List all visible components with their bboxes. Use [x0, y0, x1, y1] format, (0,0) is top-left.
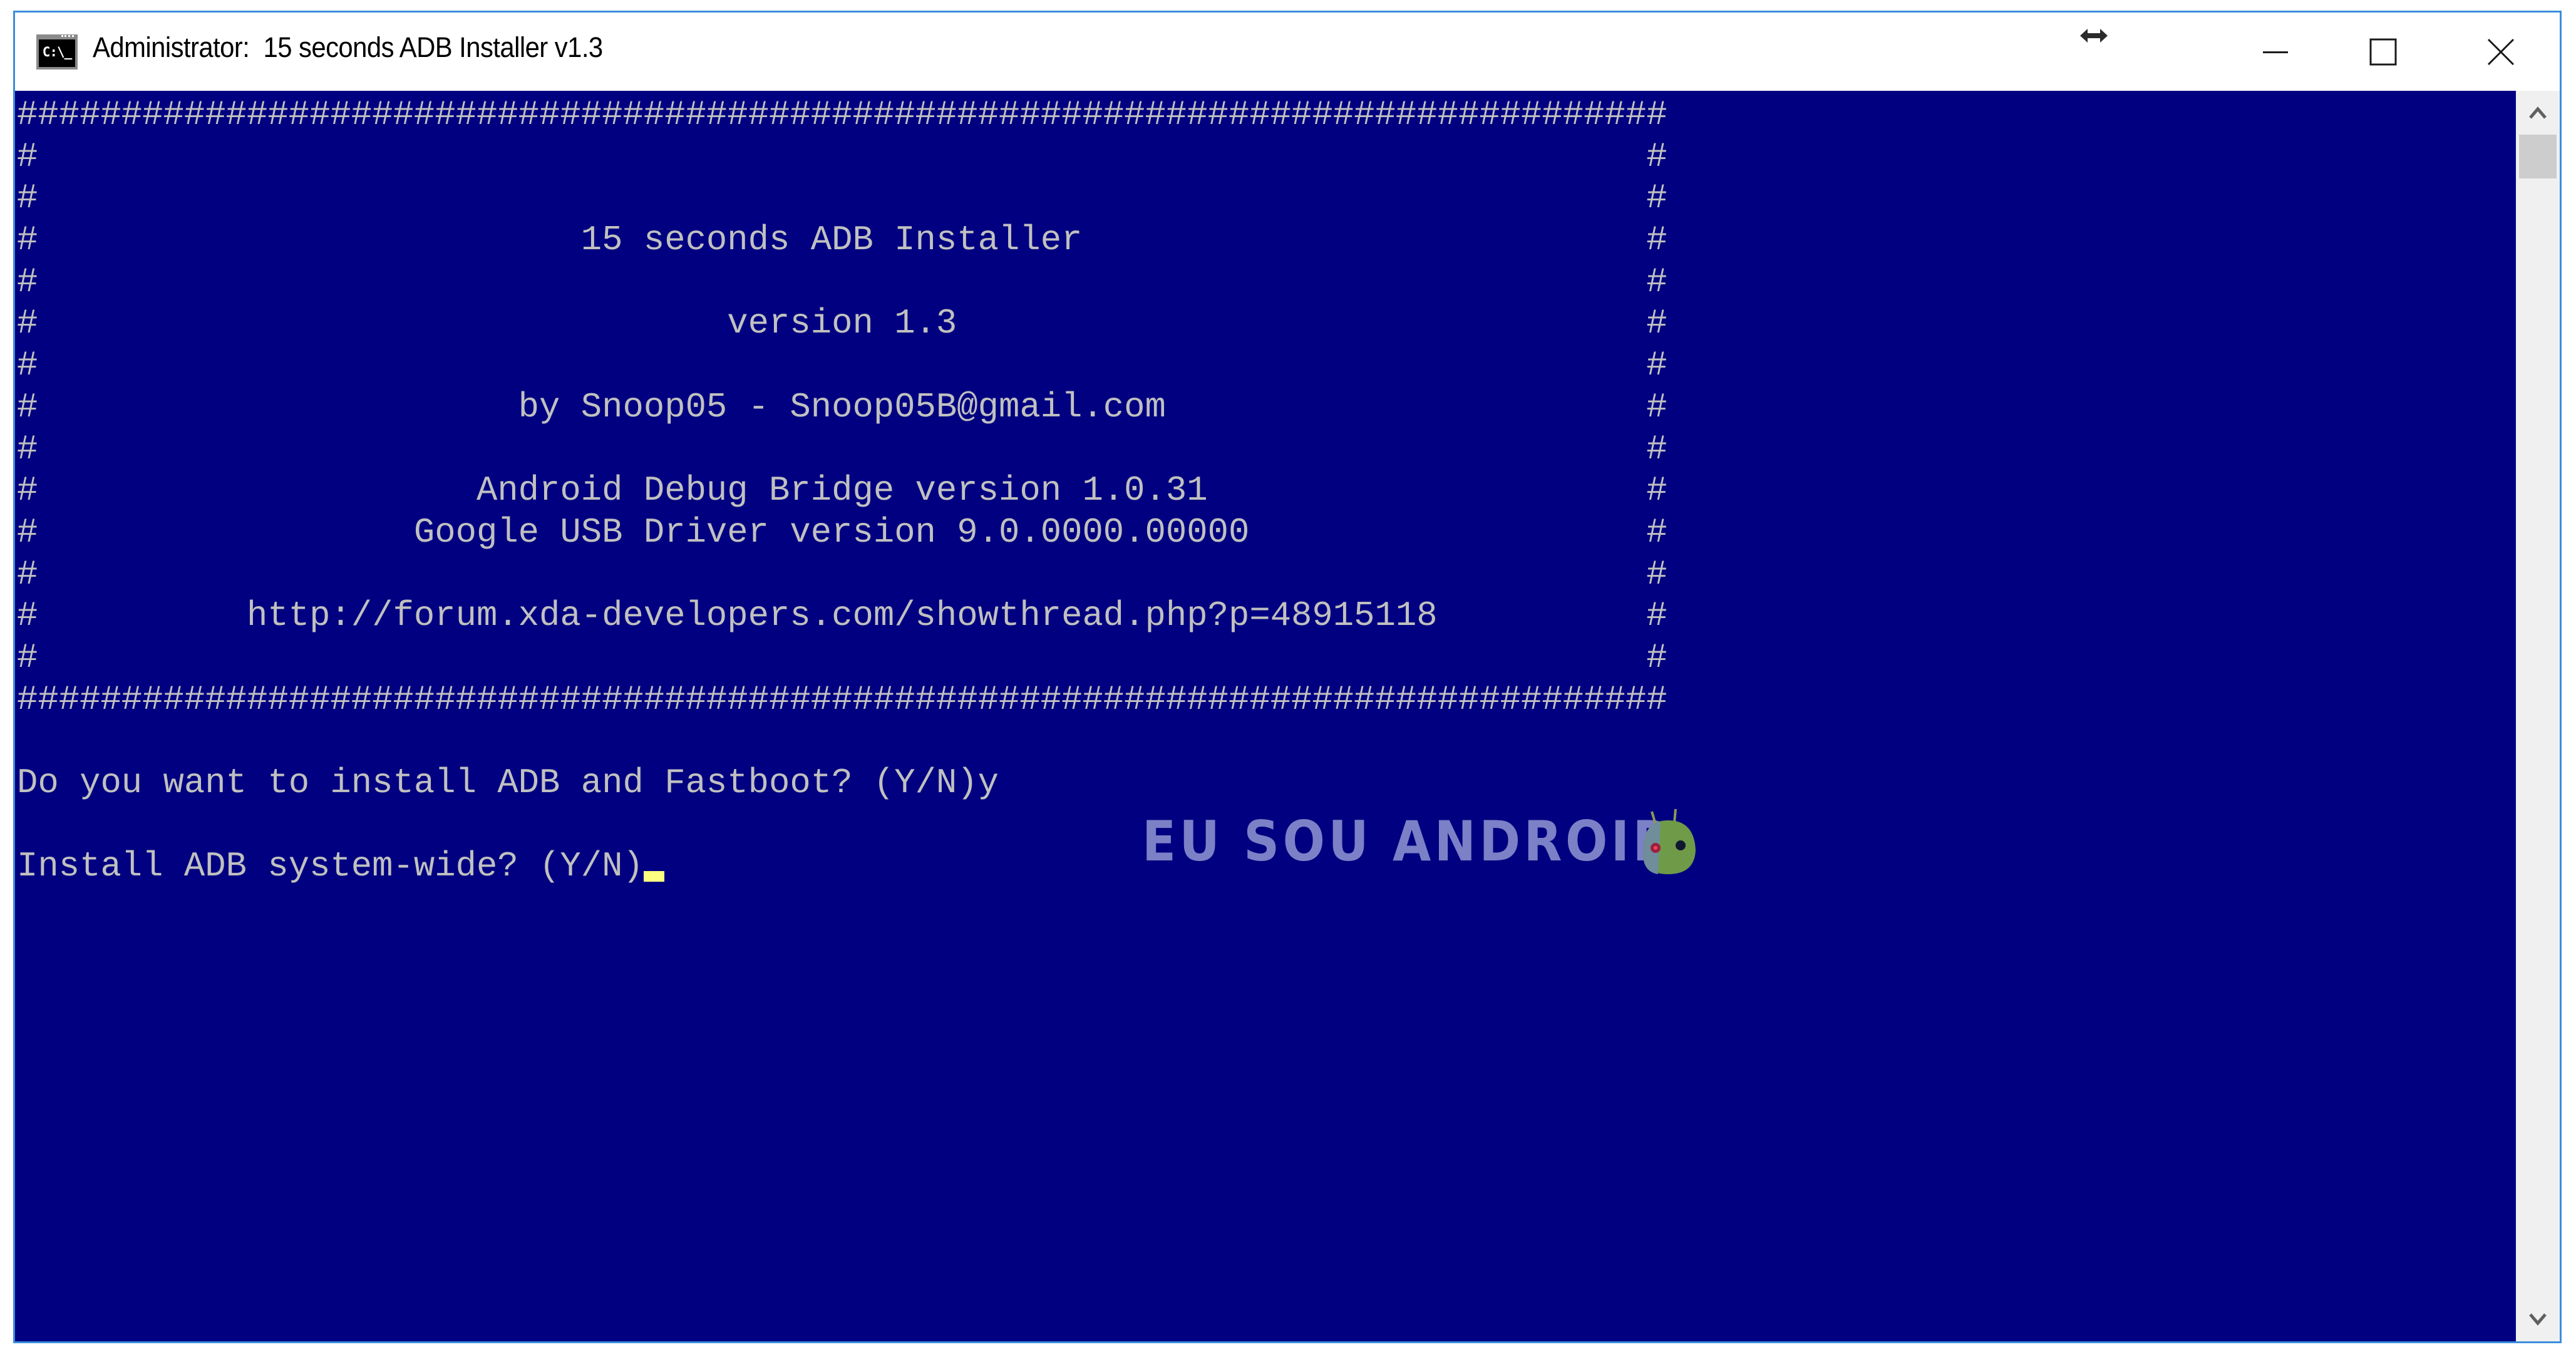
- scroll-down-button[interactable]: [2516, 1298, 2560, 1341]
- console-line: ########################################…: [17, 679, 1667, 721]
- vertical-scrollbar[interactable]: [2516, 91, 2560, 1341]
- console-line-text: # #: [17, 262, 1667, 302]
- console-line-text: ########################################…: [17, 679, 1667, 720]
- scroll-up-button[interactable]: [2516, 91, 2560, 135]
- window-title: Administrator: 15 seconds ADB Installer …: [93, 31, 603, 63]
- console-line-text: Do you want to install ADB and Fastboot?…: [17, 763, 999, 803]
- console-line-text: # #: [17, 346, 1667, 386]
- console-line: # #: [17, 345, 1667, 387]
- watermark-text: EU SOU ANDROID: [1142, 808, 1677, 874]
- console-line-text: # version 1.3 #: [17, 304, 1667, 344]
- text-cursor: [643, 871, 664, 882]
- console-line-text: # Android Debug Bridge version 1.0.31 #: [17, 471, 1667, 511]
- maximize-button[interactable]: [2342, 13, 2424, 91]
- console-line: Do you want to install ADB and Fastboot?…: [17, 763, 1667, 805]
- minimize-icon: [2263, 51, 2288, 53]
- console-output[interactable]: ########################################…: [15, 91, 2516, 1341]
- minimize-button[interactable]: [2235, 13, 2316, 91]
- console-line-text: # by Snoop05 - Snoop05B@gmail.com #: [17, 387, 1667, 427]
- console-line: # #: [17, 178, 1667, 220]
- chevron-up-icon: [2529, 106, 2547, 119]
- console-line-text: # #: [17, 429, 1667, 469]
- console-line-text: # #: [17, 137, 1667, 177]
- icon-window-dots: [61, 35, 74, 40]
- close-icon: [2487, 38, 2515, 65]
- close-button[interactable]: [2457, 13, 2545, 91]
- console-line-text: # #: [17, 637, 1667, 678]
- console-text: ########################################…: [17, 95, 1667, 888]
- cmd-console-icon[interactable]: C:\_: [36, 34, 78, 70]
- console-line: # #: [17, 137, 1667, 178]
- console-line: # http://forum.xda-developers.com/showth…: [17, 596, 1667, 637]
- console-line-text: ########################################…: [17, 95, 1667, 135]
- title-bar[interactable]: C:\_ Administrator: 15 seconds ADB Insta…: [15, 13, 2560, 91]
- console-line: # Android Debug Bridge version 1.0.31 #: [17, 470, 1667, 512]
- console-line-text: # #: [17, 178, 1667, 219]
- console-line-text: # http://forum.xda-developers.com/showth…: [17, 596, 1667, 636]
- console-line: # #: [17, 554, 1667, 596]
- console-line-text: Install ADB system-wide? (Y/N): [17, 847, 644, 887]
- console-line: ########################################…: [17, 95, 1667, 137]
- cmd-prompt-glyph: C:\_: [39, 39, 75, 67]
- chevron-down-icon: [2529, 1313, 2547, 1326]
- console-line: # #: [17, 637, 1667, 679]
- watermark: EU SOU ANDROID: [1142, 807, 1737, 875]
- resize-horizontal-icon: [2080, 29, 2108, 43]
- android-mascot-icon: [1642, 808, 1696, 874]
- console-line-text: # 15 seconds ADB Installer #: [17, 220, 1667, 261]
- maximize-icon: [2369, 38, 2397, 65]
- console-line: # #: [17, 262, 1667, 304]
- console-line: # by Snoop05 - Snoop05B@gmail.com #: [17, 387, 1667, 429]
- console-line: # 15 seconds ADB Installer #: [17, 220, 1667, 262]
- console-line: # #: [17, 429, 1667, 471]
- scroll-thumb[interactable]: [2519, 135, 2557, 178]
- resize-button[interactable]: [2069, 13, 2119, 91]
- console-line-text: # Google USB Driver version 9.0.0000.000…: [17, 512, 1667, 552]
- console-line: # version 1.3 #: [17, 303, 1667, 345]
- console-line: # Google USB Driver version 9.0.0000.000…: [17, 512, 1667, 554]
- console-line-text: # #: [17, 554, 1667, 594]
- console-window: C:\_ Administrator: 15 seconds ADB Insta…: [13, 11, 2562, 1343]
